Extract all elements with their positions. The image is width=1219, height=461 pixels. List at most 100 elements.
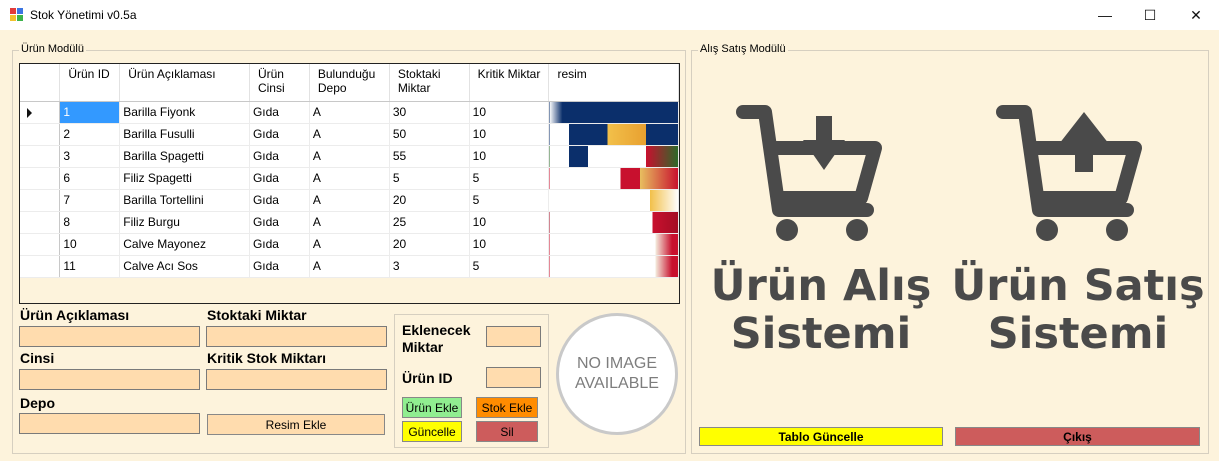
exit-button[interactable]: Çıkış	[955, 427, 1200, 446]
description-input[interactable]	[19, 326, 200, 347]
cell-image[interactable]	[548, 145, 679, 168]
cell-id[interactable]: 3	[59, 145, 121, 168]
cell-stock[interactable]: 3	[389, 255, 470, 278]
cell-id[interactable]: 10	[59, 233, 121, 256]
cell-description[interactable]: Filiz Burgu	[119, 211, 250, 234]
table-row[interactable]: 8 Filiz Burgu Gıda A 25 10	[20, 211, 679, 234]
cell-id[interactable]: 2	[59, 123, 121, 146]
cell-depot[interactable]: A	[309, 211, 390, 234]
maximize-button[interactable]: ☐	[1127, 0, 1173, 30]
add-product-button[interactable]: Ürün Ekle	[402, 397, 462, 418]
cell-type[interactable]: Gıda	[249, 167, 310, 190]
cell-critical[interactable]: 10	[469, 123, 550, 146]
cell-description[interactable]: Calve Mayonez	[119, 233, 250, 256]
cell-stock[interactable]: 30	[389, 101, 470, 124]
row-header[interactable]	[20, 123, 61, 146]
cell-image[interactable]	[548, 255, 679, 278]
cell-description[interactable]: Barilla Fiyonk	[119, 101, 250, 124]
cell-critical[interactable]: 5	[469, 189, 550, 212]
table-row[interactable]: 10 Calve Mayonez Gıda A 20 10	[20, 233, 679, 256]
cell-type[interactable]: Gıda	[249, 123, 310, 146]
cell-description[interactable]: Barilla Fusulli	[119, 123, 250, 146]
cell-critical[interactable]: 5	[469, 167, 550, 190]
product-id-input[interactable]	[486, 367, 541, 388]
cell-id[interactable]: 7	[59, 189, 121, 212]
cell-critical[interactable]: 10	[469, 211, 550, 234]
cell-description[interactable]: Barilla Spagetti	[119, 145, 250, 168]
cell-type[interactable]: Gıda	[249, 101, 310, 124]
purchase-label-line2[interactable]: Sistemi	[686, 308, 956, 361]
cell-id[interactable]: 11	[59, 255, 121, 278]
cell-depot[interactable]: A	[309, 145, 390, 168]
cell-type[interactable]: Gıda	[249, 145, 310, 168]
cell-depot[interactable]: A	[309, 123, 390, 146]
row-header[interactable]	[20, 255, 61, 278]
sale-label-line2[interactable]: Sistemi	[943, 308, 1213, 361]
product-grid[interactable]: Ürün ID Ürün Açıklaması Ürün Cinsi Bulun…	[19, 63, 680, 304]
row-header[interactable]	[20, 167, 61, 190]
cell-id[interactable]: 8	[59, 211, 121, 234]
cell-description[interactable]: Filiz Spagetti	[119, 167, 250, 190]
cell-depot[interactable]: A	[309, 189, 390, 212]
cell-stock[interactable]: 25	[389, 211, 470, 234]
purchase-label-line1[interactable]: Ürün Alış	[686, 260, 956, 313]
sale-label-line1[interactable]: Ürün Satış	[943, 260, 1213, 313]
add-stock-button[interactable]: Stok Ekle	[476, 397, 538, 418]
column-header-description[interactable]: Ürün Açıklaması	[119, 64, 250, 102]
cell-critical[interactable]: 5	[469, 255, 550, 278]
close-button[interactable]: ✕	[1173, 0, 1219, 30]
cell-description[interactable]: Barilla Tortellini	[119, 189, 250, 212]
table-row[interactable]: 3 Barilla Spagetti Gıda A 55 10	[20, 145, 679, 168]
depot-input[interactable]	[19, 413, 200, 434]
cell-id[interactable]: 1	[59, 101, 121, 124]
cell-depot[interactable]: A	[309, 233, 390, 256]
column-header-stock[interactable]: Stoktaki Miktar	[389, 64, 470, 102]
cell-id[interactable]: 6	[59, 167, 121, 190]
cell-critical[interactable]: 10	[469, 145, 550, 168]
column-header-depot[interactable]: Bulunduğu Depo	[309, 64, 390, 102]
cell-stock[interactable]: 20	[389, 233, 470, 256]
column-header-critical[interactable]: Kritik Miktar	[469, 64, 550, 102]
cell-stock[interactable]: 50	[389, 123, 470, 146]
refresh-table-button[interactable]: Tablo Güncelle	[699, 427, 943, 446]
row-header[interactable]	[20, 233, 61, 256]
cell-image[interactable]	[548, 189, 679, 212]
cart-upload-icon[interactable]	[995, 98, 1145, 248]
critical-stock-input[interactable]	[206, 369, 387, 390]
table-row[interactable]: 1 Barilla Fiyonk Gıda A 30 10	[20, 101, 679, 124]
add-image-button[interactable]: Resim Ekle	[207, 414, 385, 435]
table-row[interactable]: 7 Barilla Tortellini Gıda A 20 5	[20, 189, 679, 212]
cell-image[interactable]	[548, 233, 679, 256]
cell-stock[interactable]: 5	[389, 167, 470, 190]
cell-image[interactable]	[548, 211, 679, 234]
row-header[interactable]	[20, 145, 61, 168]
column-header-type[interactable]: Ürün Cinsi	[249, 64, 310, 102]
cell-description[interactable]: Calve Acı Sos	[119, 255, 250, 278]
table-row[interactable]: 6 Filiz Spagetti Gıda A 5 5	[20, 167, 679, 190]
cell-critical[interactable]: 10	[469, 233, 550, 256]
cell-type[interactable]: Gıda	[249, 189, 310, 212]
cell-image[interactable]	[548, 101, 679, 124]
row-header[interactable]	[20, 101, 61, 124]
minimize-button[interactable]: —	[1082, 0, 1128, 30]
row-header[interactable]	[20, 211, 61, 234]
cart-download-icon[interactable]	[735, 98, 885, 248]
delete-button[interactable]: Sil	[476, 421, 538, 442]
cell-critical[interactable]: 10	[469, 101, 550, 124]
stock-amount-input[interactable]	[206, 326, 387, 347]
cell-type[interactable]: Gıda	[249, 233, 310, 256]
cell-image[interactable]	[548, 167, 679, 190]
cell-depot[interactable]: A	[309, 101, 390, 124]
cell-depot[interactable]: A	[309, 255, 390, 278]
add-amount-input[interactable]	[486, 326, 541, 347]
cell-depot[interactable]: A	[309, 167, 390, 190]
cell-image[interactable]	[548, 123, 679, 146]
cell-type[interactable]: Gıda	[249, 255, 310, 278]
type-input[interactable]	[19, 369, 200, 390]
table-row[interactable]: 11 Calve Acı Sos Gıda A 3 5	[20, 255, 679, 278]
table-row[interactable]: 2 Barilla Fusulli Gıda A 50 10	[20, 123, 679, 146]
update-button[interactable]: Güncelle	[402, 421, 462, 442]
column-header-id[interactable]: Ürün ID	[59, 64, 121, 102]
column-header-image[interactable]: resim	[548, 64, 679, 102]
cell-type[interactable]: Gıda	[249, 211, 310, 234]
